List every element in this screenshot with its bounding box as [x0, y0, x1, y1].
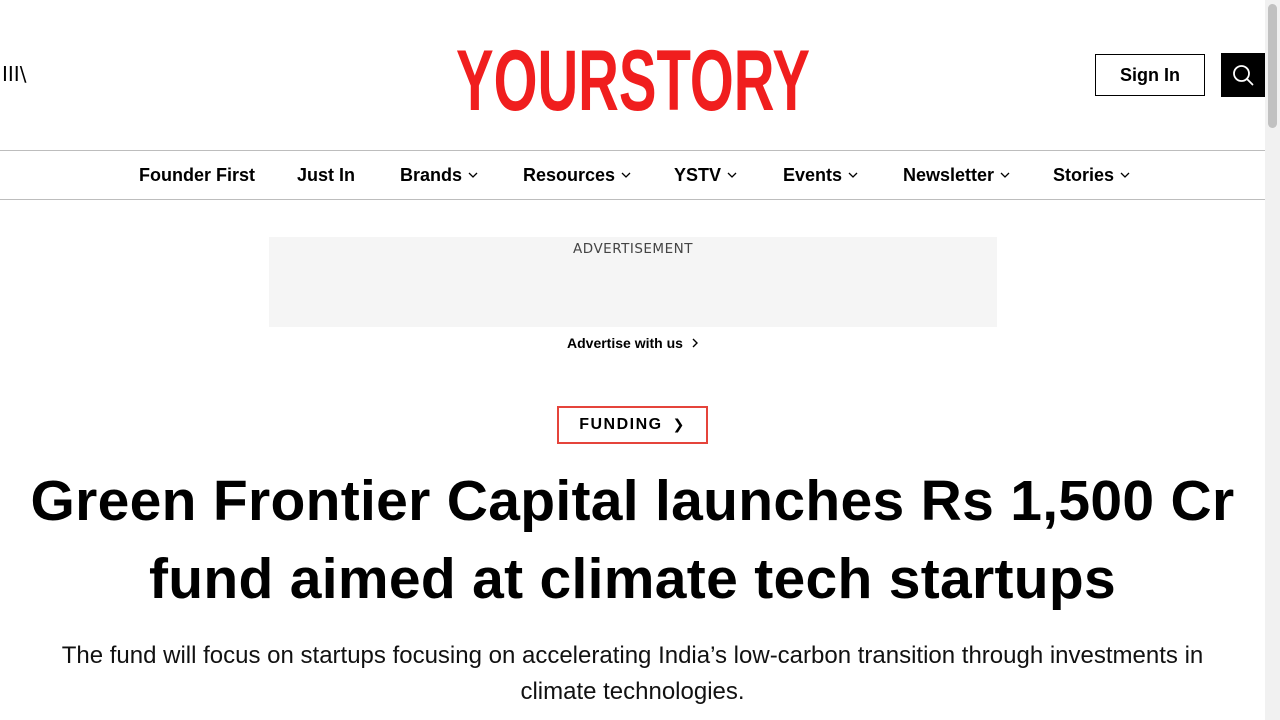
chevron-right-icon: ❯	[672, 417, 686, 433]
chevron-down-icon	[468, 172, 478, 178]
nav-item-label: Newsletter	[903, 164, 995, 185]
advertisement-slot[interactable]: ADVERTISEMENT	[269, 237, 997, 327]
nav-item-events[interactable]: Events	[783, 151, 858, 199]
nav-item-label: Founder First	[139, 164, 255, 185]
advertisement-label: ADVERTISEMENT	[573, 241, 693, 257]
menu-button[interactable]: III\	[2, 62, 26, 86]
main-nav: Founder First Just In Brands Resources Y…	[0, 150, 1265, 200]
nav-item-label: Events	[783, 164, 843, 185]
nav-item-label: Resources	[523, 164, 616, 185]
sign-in-button[interactable]: Sign In	[1095, 54, 1205, 96]
page-scrollbar[interactable]	[1265, 0, 1280, 720]
chevron-down-icon	[727, 172, 737, 178]
nav-item-label: Brands	[400, 164, 463, 185]
chevron-right-icon	[692, 338, 698, 348]
logo-text: YOURSTORY	[456, 34, 810, 118]
nav-item-stories[interactable]: Stories	[1053, 151, 1130, 199]
category-tag-funding[interactable]: FUNDING ❯	[557, 406, 708, 444]
chevron-down-icon	[1120, 172, 1130, 178]
nav-item-label: YSTV	[674, 164, 722, 185]
nav-item-label: Just In	[297, 164, 356, 185]
nav-item-just-in[interactable]: Just In	[297, 151, 355, 199]
article-headline: Green Frontier Capital launches Rs 1,500…	[30, 469, 1235, 611]
nav-item-ystv[interactable]: YSTV	[674, 151, 737, 199]
advertise-with-us-link[interactable]: Advertise with us	[567, 334, 698, 352]
chevron-down-icon	[848, 172, 858, 178]
scrollbar-thumb[interactable]	[1268, 4, 1277, 128]
nav-item-resources[interactable]: Resources	[523, 151, 631, 199]
category-label: FUNDING	[579, 416, 663, 433]
advertise-link-label: Advertise with us	[567, 335, 683, 351]
search-button[interactable]	[1221, 53, 1265, 97]
nav-item-label: Stories	[1053, 164, 1115, 185]
yourstory-logo[interactable]: YOURSTORY	[455, 34, 811, 118]
nav-item-newsletter[interactable]: Newsletter	[903, 151, 1010, 199]
site-header: III\ YOURSTORY Sign In	[0, 0, 1265, 150]
search-icon	[1233, 65, 1254, 86]
nav-item-brands[interactable]: Brands	[400, 151, 478, 199]
nav-item-founder-first[interactable]: Founder First	[139, 151, 255, 199]
chevron-down-icon	[621, 172, 631, 178]
chevron-down-icon	[1000, 172, 1010, 178]
article-subheadline: The fund will focus on startups focusing…	[61, 642, 1204, 705]
